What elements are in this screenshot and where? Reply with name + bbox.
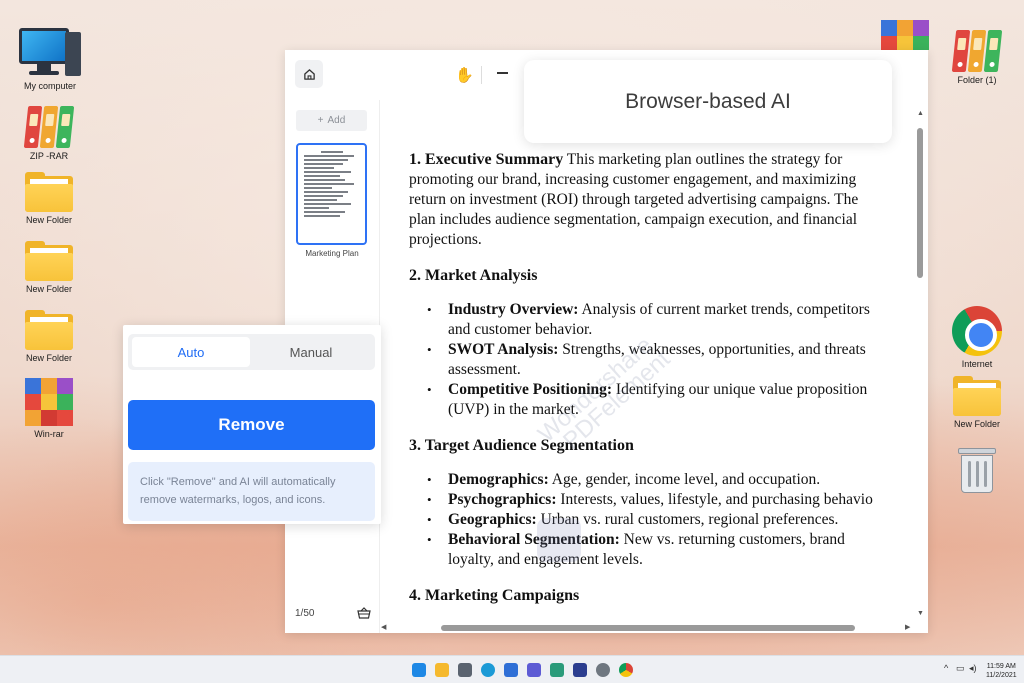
- chrome-icon: [952, 306, 1002, 356]
- settings-icon[interactable]: [596, 663, 610, 677]
- folder-icon: [25, 310, 73, 350]
- document-page: 1. Executive Summary This marketing plan…: [409, 150, 919, 610]
- watermark-logo: [537, 518, 581, 562]
- desktop-icon-label: My computer: [23, 81, 76, 91]
- volume-icon[interactable]: ◂): [969, 663, 977, 674]
- scroll-left-icon[interactable]: ◀: [381, 623, 386, 631]
- scroll-up-icon[interactable]: ▲: [917, 110, 924, 117]
- camera-icon[interactable]: [458, 663, 472, 677]
- winrar-icon: [881, 20, 929, 50]
- system-clock[interactable]: 11:59 AM 11/2/2021: [986, 662, 1017, 680]
- vertical-scrollbar[interactable]: ▲ ▼: [917, 110, 924, 620]
- list-item: Demographics: Age, gender, income level,…: [424, 470, 919, 490]
- app-icon[interactable]: [550, 663, 564, 677]
- add-page-label: Add: [327, 115, 346, 126]
- desktop-icon-label: New Folder: [25, 215, 72, 225]
- desktop-icon-my-computer[interactable]: My computer: [13, 28, 87, 91]
- file-explorer-icon[interactable]: [435, 663, 449, 677]
- horizontal-scrollbar[interactable]: ◀ ▶: [381, 623, 915, 631]
- archive-binders-icon: [23, 102, 75, 148]
- desktop-icon-label: New Folder: [953, 419, 1000, 429]
- desktop-icon-zip-rar[interactable]: ZIP -RAR: [12, 102, 86, 161]
- taskbar: ^ ▭ ◂) 11:59 AM 11/2/2021: [0, 655, 1024, 683]
- home-icon: [303, 68, 315, 80]
- overlay-title: Browser-based AI: [625, 89, 791, 113]
- desktop-icon-new-folder-2[interactable]: New Folder: [12, 241, 86, 294]
- network-icon[interactable]: ▭: [956, 663, 965, 674]
- desktop-icon-label: Win-rar: [34, 429, 64, 439]
- tab-auto[interactable]: Auto: [132, 337, 250, 367]
- scroll-down-icon[interactable]: ▼: [917, 610, 924, 617]
- remove-hint: Click "Remove" and AI will automatically…: [128, 462, 375, 521]
- market-analysis-list: Industry Overview: Analysis of current m…: [424, 300, 919, 420]
- desktop-icon-new-folder-3[interactable]: New Folder: [12, 310, 86, 363]
- paragraph-text: plan includes audience segmentation, cam…: [409, 211, 858, 228]
- add-page-button[interactable]: + Add: [296, 110, 367, 131]
- page-thumbnail[interactable]: [296, 143, 367, 245]
- desktop-icon-label: Folder (1): [957, 75, 997, 85]
- chevron-up-icon[interactable]: ^: [944, 663, 948, 673]
- clock-time: 11:59 AM: [986, 663, 1016, 670]
- tab-manual[interactable]: Manual: [252, 337, 370, 367]
- section-heading: 2. Market Analysis: [409, 267, 538, 284]
- section-heading: 4. Marketing Campaigns: [409, 587, 580, 604]
- folder-icon: [953, 376, 1001, 416]
- desktop-icon-recycle-bin[interactable]: [940, 448, 1014, 497]
- list-item: Psychographics: Interests, values, lifes…: [424, 490, 919, 510]
- edge-icon[interactable]: [481, 663, 495, 677]
- mode-toggle: Auto Manual: [128, 334, 375, 370]
- store-icon[interactable]: [504, 663, 518, 677]
- recycle-bin-icon: [958, 448, 996, 494]
- hand-tool-icon[interactable]: ✋: [455, 66, 474, 84]
- desktop-icon-internet[interactable]: Internet: [940, 306, 1014, 369]
- section-heading: 1. Executive Summary: [409, 151, 564, 168]
- list-item: SWOT Analysis: Strengths, weaknesses, op…: [424, 340, 919, 380]
- overlay-title-card: Browser-based AI: [524, 60, 892, 143]
- scroll-right-icon[interactable]: ▶: [905, 623, 910, 631]
- list-item: Behavioral Segmentation: New vs. returni…: [424, 530, 919, 570]
- scroll-thumb[interactable]: [441, 625, 855, 631]
- pdfelement-icon[interactable]: [573, 663, 587, 677]
- executive-summary: 1. Executive Summary This marketing plan…: [409, 150, 919, 250]
- paragraph-text: promoting our brand, increasing customer…: [409, 171, 857, 188]
- list-item: Geographics: Urban vs. rural customers, …: [424, 510, 919, 530]
- page-indicator: 1/50: [295, 608, 315, 619]
- desktop-icon-folder-1[interactable]: Folder (1): [940, 26, 1014, 85]
- home-button[interactable]: [295, 60, 323, 88]
- toolbar-divider: [481, 66, 482, 84]
- desktop-icon-new-folder-right[interactable]: New Folder: [940, 376, 1014, 429]
- section-heading: 3. Target Audience Segmentation: [409, 437, 634, 454]
- teams-icon[interactable]: [527, 663, 541, 677]
- desktop-icon-label: ZIP -RAR: [29, 151, 69, 161]
- thumbnail-label: Marketing Plan: [305, 249, 359, 258]
- archive-binders-icon: [951, 26, 1003, 72]
- remove-watermark-panel: Auto Manual Remove Click "Remove" and AI…: [123, 325, 381, 524]
- folder-icon: [25, 172, 73, 212]
- chrome-taskbar-icon[interactable]: [619, 663, 633, 677]
- list-item: Competitive Positioning: Identifying our…: [424, 380, 919, 420]
- paragraph-text: return on investment (ROI) through targe…: [409, 191, 859, 208]
- paragraph-text: This marketing plan outlines the strateg…: [563, 151, 843, 168]
- desktop-icon-winrar-partial[interactable]: [868, 20, 942, 53]
- audience-list: Demographics: Age, gender, income level,…: [424, 470, 919, 570]
- desktop-icon-label: New Folder: [25, 353, 72, 363]
- folder-icon: [25, 241, 73, 281]
- clock-date: 11/2/2021: [986, 672, 1017, 679]
- zoom-out-icon[interactable]: [497, 72, 508, 74]
- basket-icon[interactable]: [357, 607, 371, 619]
- plus-icon: +: [317, 115, 324, 126]
- desktop-icon-label: New Folder: [25, 284, 72, 294]
- winrar-icon: [25, 378, 73, 426]
- scroll-thumb[interactable]: [917, 128, 923, 278]
- windows-start-icon[interactable]: [412, 663, 426, 677]
- desktop-icon-label: Internet: [961, 359, 993, 369]
- paragraph-text: projections.: [409, 231, 482, 248]
- computer-icon: [19, 28, 81, 78]
- desktop-icon-win-rar[interactable]: Win-rar: [12, 378, 86, 439]
- list-item: Industry Overview: Analysis of current m…: [424, 300, 919, 340]
- desktop-icon-new-folder-1[interactable]: New Folder: [12, 172, 86, 225]
- remove-button[interactable]: Remove: [128, 400, 375, 450]
